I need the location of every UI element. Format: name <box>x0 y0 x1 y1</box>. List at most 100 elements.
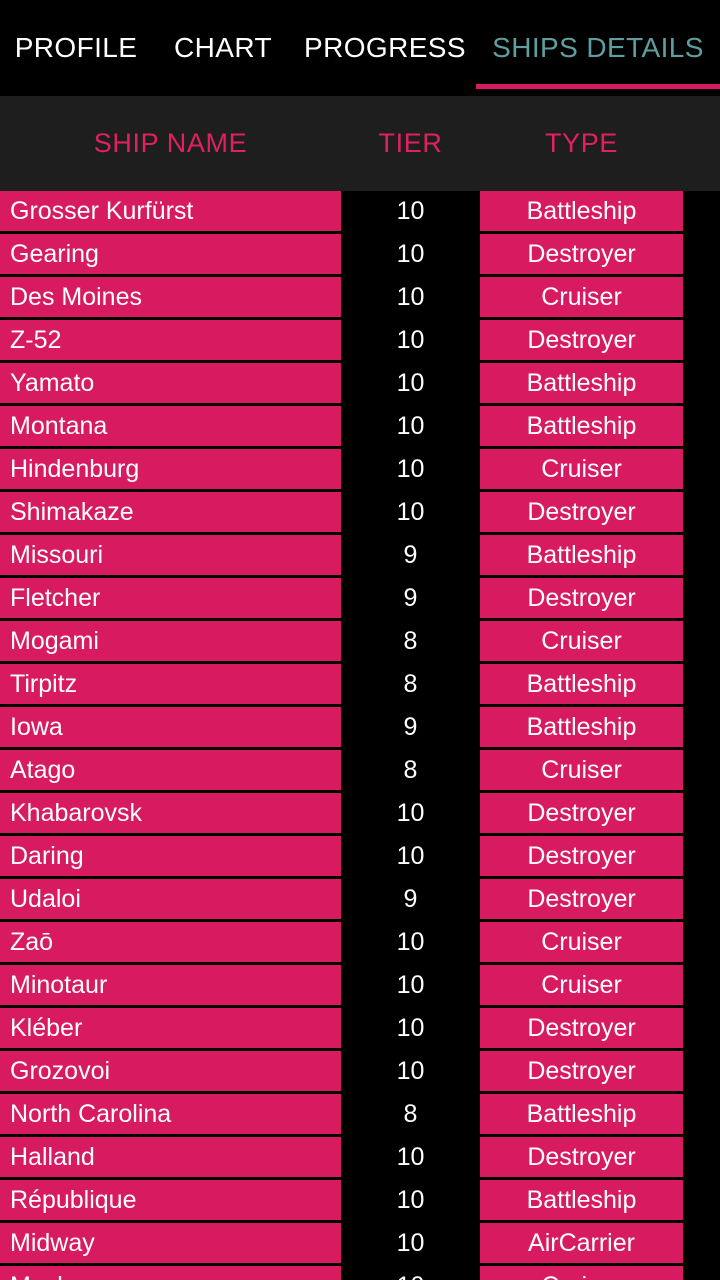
cell-type: Battleship <box>480 707 683 747</box>
tab-progress[interactable]: PROGRESS <box>294 0 476 96</box>
cell-tier: 10 <box>341 1266 480 1280</box>
cell-ship-name: Grosser Kurfürst <box>0 191 341 231</box>
cell-tier: 9 <box>341 578 480 618</box>
table-row[interactable]: Gearing 10 Destroyer <box>0 234 720 274</box>
cell-spacer <box>683 492 720 532</box>
table-column-header: SHIP NAME TIER TYPE <box>0 96 720 191</box>
cell-tier: 10 <box>341 191 480 231</box>
cell-ship-name: Iowa <box>0 707 341 747</box>
cell-spacer <box>683 363 720 403</box>
cell-spacer <box>683 535 720 575</box>
cell-type: Destroyer <box>480 793 683 833</box>
selected-tab-indicator <box>476 84 720 89</box>
table-row[interactable]: Montana 10 Battleship <box>0 406 720 446</box>
cell-spacer <box>683 664 720 704</box>
cell-ship-name: Daring <box>0 836 341 876</box>
column-header-tier[interactable]: TIER <box>341 128 480 159</box>
table-row[interactable]: République 10 Battleship <box>0 1180 720 1220</box>
cell-spacer <box>683 965 720 1005</box>
cell-ship-name: Hindenburg <box>0 449 341 489</box>
table-row[interactable]: Tirpitz 8 Battleship <box>0 664 720 704</box>
cell-type: Battleship <box>480 406 683 446</box>
cell-ship-name: Missouri <box>0 535 341 575</box>
cell-tier: 10 <box>341 1008 480 1048</box>
cell-ship-name: Mogami <box>0 621 341 661</box>
cell-tier: 8 <box>341 1094 480 1134</box>
column-header-ship-name[interactable]: SHIP NAME <box>0 128 341 159</box>
cell-type: Destroyer <box>480 234 683 274</box>
tab-bar: PROFILE CHART PROGRESS SHIPS DETAILS <box>0 0 720 96</box>
cell-tier: 10 <box>341 1137 480 1177</box>
cell-spacer <box>683 621 720 661</box>
cell-spacer <box>683 406 720 446</box>
cell-ship-name: Khabarovsk <box>0 793 341 833</box>
tab-profile[interactable]: PROFILE <box>0 0 152 96</box>
cell-ship-name: Gearing <box>0 234 341 274</box>
table-row[interactable]: Udaloi 9 Destroyer <box>0 879 720 919</box>
table-row[interactable]: Midway 10 AirCarrier <box>0 1223 720 1263</box>
table-row[interactable]: Z-52 10 Destroyer <box>0 320 720 360</box>
cell-tier: 9 <box>341 707 480 747</box>
table-row[interactable]: Atago 8 Cruiser <box>0 750 720 790</box>
cell-spacer <box>683 578 720 618</box>
table-row[interactable]: Des Moines 10 Cruiser <box>0 277 720 317</box>
cell-spacer <box>683 1008 720 1048</box>
cell-tier: 10 <box>341 793 480 833</box>
cell-tier: 9 <box>341 535 480 575</box>
table-row[interactable]: Mogami 8 Cruiser <box>0 621 720 661</box>
cell-tier: 10 <box>341 1223 480 1263</box>
tab-chart[interactable]: CHART <box>152 0 294 96</box>
cell-spacer <box>683 922 720 962</box>
table-row[interactable]: Moskva10Cruiser <box>0 1266 720 1280</box>
cell-ship-name: Montana <box>0 406 341 446</box>
table-row[interactable]: Minotaur 10 Cruiser <box>0 965 720 1005</box>
table-row[interactable]: Zaō 10 Cruiser <box>0 922 720 962</box>
cell-type: Destroyer <box>480 1137 683 1177</box>
cell-ship-name: Halland <box>0 1137 341 1177</box>
cell-spacer <box>683 277 720 317</box>
cell-spacer <box>683 1094 720 1134</box>
cell-ship-name: Midway <box>0 1223 341 1263</box>
cell-type: Cruiser <box>480 277 683 317</box>
cell-type: Cruiser <box>480 1266 683 1280</box>
table-row[interactable]: Fletcher 9 Destroyer <box>0 578 720 618</box>
cell-type: AirCarrier <box>480 1223 683 1263</box>
ships-table-body[interactable]: Grosser Kurfürst 10 Battleship Gearing 10 Des… <box>0 191 720 1280</box>
table-row[interactable]: Khabarovsk 10 Destroyer <box>0 793 720 833</box>
cell-spacer <box>683 1266 720 1280</box>
cell-spacer <box>683 750 720 790</box>
cell-type: Battleship <box>480 535 683 575</box>
cell-type: Battleship <box>480 1094 683 1134</box>
cell-ship-name: Zaō <box>0 922 341 962</box>
table-row[interactable]: Iowa 9 Battleship <box>0 707 720 747</box>
cell-tier: 10 <box>341 277 480 317</box>
table-row[interactable]: Daring 10 Destroyer <box>0 836 720 876</box>
table-row[interactable]: Hindenburg 10 Cruiser <box>0 449 720 489</box>
cell-tier: 10 <box>341 406 480 446</box>
table-row[interactable]: Shimakaze 10 Destroyer <box>0 492 720 532</box>
column-header-type[interactable]: TYPE <box>480 128 683 159</box>
table-row[interactable]: Grozovoi 10 Destroyer <box>0 1051 720 1091</box>
cell-type: Destroyer <box>480 1051 683 1091</box>
cell-ship-name: Moskva <box>0 1266 341 1280</box>
cell-spacer <box>683 793 720 833</box>
cell-ship-name: Kléber <box>0 1008 341 1048</box>
cell-spacer <box>683 191 720 231</box>
cell-spacer <box>683 879 720 919</box>
cell-tier: 10 <box>341 449 480 489</box>
tab-ships-details[interactable]: SHIPS DETAILS <box>476 0 720 96</box>
cell-type: Destroyer <box>480 320 683 360</box>
table-row[interactable]: North Carolina 8 Battleship <box>0 1094 720 1134</box>
table-row[interactable]: Grosser Kurfürst 10 Battleship <box>0 191 720 231</box>
table-row[interactable]: Kléber 10 Destroyer <box>0 1008 720 1048</box>
table-row[interactable]: Missouri 9 Battleship <box>0 535 720 575</box>
cell-tier: 10 <box>341 922 480 962</box>
cell-type: Cruiser <box>480 621 683 661</box>
cell-type: Destroyer <box>480 578 683 618</box>
cell-ship-name: Des Moines <box>0 277 341 317</box>
cell-ship-name: Shimakaze <box>0 492 341 532</box>
table-row[interactable]: Halland 10 Destroyer <box>0 1137 720 1177</box>
cell-spacer <box>683 1051 720 1091</box>
table-row[interactable]: Yamato 10 Battleship <box>0 363 720 403</box>
cell-tier: 8 <box>341 664 480 704</box>
